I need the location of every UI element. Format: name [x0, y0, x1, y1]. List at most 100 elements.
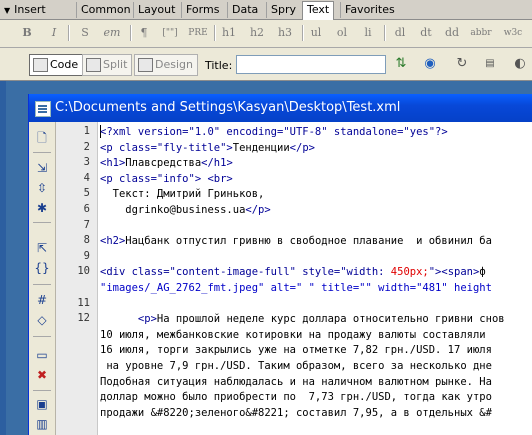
em-button[interactable]: em: [100, 24, 124, 42]
title-input[interactable]: [236, 55, 386, 74]
code-editor[interactable]: <?xml version="1.0" encoding="UTF-8" sta…: [98, 122, 532, 435]
split-view-label: Split: [103, 58, 128, 71]
document-title-bar[interactable]: C:\Documents and Settings\Kasyan\Desktop…: [29, 94, 532, 122]
code-token: <p class="info"> <br>: [100, 172, 233, 185]
line-number: 2: [83, 140, 90, 153]
toolbar-separator: [33, 284, 51, 285]
view-options-icon[interactable]: ▤: [480, 55, 500, 73]
code-line: <h1>Плавсредства</h1>: [100, 156, 233, 171]
list-item-button[interactable]: li: [359, 24, 377, 42]
tab-label: Common: [81, 3, 131, 16]
bold-button[interactable]: B: [18, 24, 36, 42]
select-parent-tag-icon[interactable]: ⇱: [34, 240, 50, 256]
heading2-button[interactable]: h2: [247, 24, 267, 42]
highlight-invalid-code-icon[interactable]: ◇: [34, 312, 50, 328]
remove-comment-icon[interactable]: ✖: [34, 367, 50, 383]
tab-label: Favorites: [345, 3, 395, 16]
title-label: Title:: [205, 59, 233, 72]
tab-label: Data: [232, 3, 259, 16]
split-view-button[interactable]: Split: [82, 54, 133, 76]
line-number: 7: [83, 218, 90, 231]
paragraph-button[interactable]: ¶: [135, 24, 153, 42]
collapse-arrow-icon: ▼: [4, 6, 11, 15]
heading3-button[interactable]: h3: [275, 24, 295, 42]
abbreviation-button[interactable]: abbr: [469, 24, 493, 42]
apply-comment-icon[interactable]: ▭: [34, 347, 50, 363]
collapse-selection-icon[interactable]: ⇳: [34, 180, 50, 196]
file-management-icon[interactable]: ⇅: [391, 55, 411, 73]
code-line: 16 июля, торги закрылись уже на отметке …: [100, 343, 492, 358]
tab-layout[interactable]: Layout: [133, 2, 179, 18]
tab-favorites[interactable]: Favorites: [340, 2, 399, 18]
tab-label: Spry: [271, 3, 296, 16]
visual-aids-icon[interactable]: ◐: [510, 55, 530, 73]
line-number: 3: [83, 156, 90, 169]
line-number: 10: [77, 265, 90, 278]
code-line: Текст: Дмитрий Гриньков,: [100, 187, 265, 202]
heading1-button[interactable]: h1: [219, 24, 239, 42]
tab-data[interactable]: Data: [227, 2, 262, 18]
code-line: <p class="info"> <br>: [100, 172, 233, 187]
line-number: 1: [83, 125, 90, 137]
tab-spry[interactable]: Spry: [266, 2, 300, 18]
preview-in-browser-icon[interactable]: ◉: [420, 55, 440, 73]
workspace-edge: [0, 81, 6, 435]
strong-button[interactable]: S: [76, 24, 94, 42]
ordered-list-button[interactable]: ol: [333, 24, 351, 42]
code-line: <p class="fly-title">Тенденции</p>: [100, 141, 315, 156]
definition-description-button[interactable]: dd: [443, 24, 461, 42]
toolbar-separator: [130, 25, 132, 41]
expand-all-icon[interactable]: ✱: [34, 200, 50, 216]
tab-label: Forms: [186, 3, 220, 16]
line-numbers-icon[interactable]: #: [34, 292, 50, 308]
refresh-design-view-icon[interactable]: ↻: [452, 55, 472, 73]
code-line: "images/_AG_2762_fmt.jpeg" alt=" " title…: [100, 281, 492, 296]
code-line: на уровне 7,9 грн./USD. Таким образом, в…: [100, 359, 492, 374]
line-number: 8: [83, 234, 90, 247]
code-line: <div class="content-image-full" style="w…: [100, 265, 486, 280]
insert-panel-toggle[interactable]: ▼ Insert: [4, 2, 46, 18]
code-view-button[interactable]: Code: [29, 54, 84, 76]
preformatted-button[interactable]: PRE: [186, 24, 210, 42]
code-line: Подобная ситуация наблюдалась и на налич…: [100, 375, 492, 390]
toolbar-separator: [33, 336, 51, 337]
tab-label: Layout: [138, 3, 176, 16]
code-token: "images/_AG_2762_fmt.jpeg" alt=" " title…: [100, 282, 492, 294]
design-view-label: Design: [155, 58, 193, 71]
code-line: 10 июля, межбанковские котировки на прод…: [100, 328, 486, 343]
insert-bar-tabs: ▼ Insert Common Layout Forms Data Spry Te…: [0, 0, 532, 20]
code-line: продажи &#8220;зеленого&#8221; составил …: [100, 406, 492, 421]
collapse-full-tag-icon[interactable]: ⇲: [34, 160, 50, 176]
definition-term-button[interactable]: dt: [417, 24, 435, 42]
blockquote-button[interactable]: [""]: [159, 24, 181, 42]
code-token: 16 июля, торги закрылись уже на отметке …: [100, 344, 492, 357]
code-token: <div class="content-image-full" style="w…: [100, 266, 391, 279]
line-number-gutter: 1 2 3 4 5 6 7 8 9 10 11 12: [56, 122, 98, 435]
recent-snippets-icon[interactable]: ▥: [34, 416, 50, 432]
code-line: <h2>Нацбанк отпустил гривню в свободное …: [100, 234, 492, 249]
line-number: 6: [83, 203, 90, 215]
code-line: <?xml version="1.0" encoding="UTF-8" sta…: [100, 125, 448, 140]
code-token: Тенденции: [232, 141, 290, 154]
italic-button[interactable]: I: [45, 24, 63, 42]
design-view-icon: [138, 58, 153, 72]
code-token: <p class="fly-title">: [100, 141, 233, 154]
code-line: <p>На прошлой неделе курс доллара относи…: [100, 312, 505, 327]
code-token: на уровне 7,9 грн./USD. Таким образом, в…: [100, 360, 492, 372]
code-token: Подобная ситуация наблюдалась и на налич…: [100, 375, 492, 388]
open-documents-icon[interactable]: 🗋: [34, 130, 50, 146]
code-token: Текст: Дмитрий Гриньков,: [100, 188, 265, 201]
split-view-icon: [86, 58, 101, 72]
unordered-list-button[interactable]: ul: [307, 24, 325, 42]
design-view-button[interactable]: Design: [134, 54, 198, 76]
tab-text[interactable]: Text: [302, 1, 335, 20]
balance-braces-icon[interactable]: {}: [34, 260, 50, 276]
toolbar-separator: [33, 390, 51, 391]
tab-forms[interactable]: Forms: [181, 2, 223, 18]
acronym-button[interactable]: w3c: [500, 24, 526, 42]
tab-common[interactable]: Common: [76, 2, 135, 18]
wrap-tag-icon[interactable]: ▣: [34, 396, 50, 412]
definition-list-button[interactable]: dl: [391, 24, 409, 42]
code-token: dgrinko@business.ua: [100, 204, 246, 216]
code-token: доллар можно было приобрести по 7,73 грн…: [100, 391, 492, 404]
